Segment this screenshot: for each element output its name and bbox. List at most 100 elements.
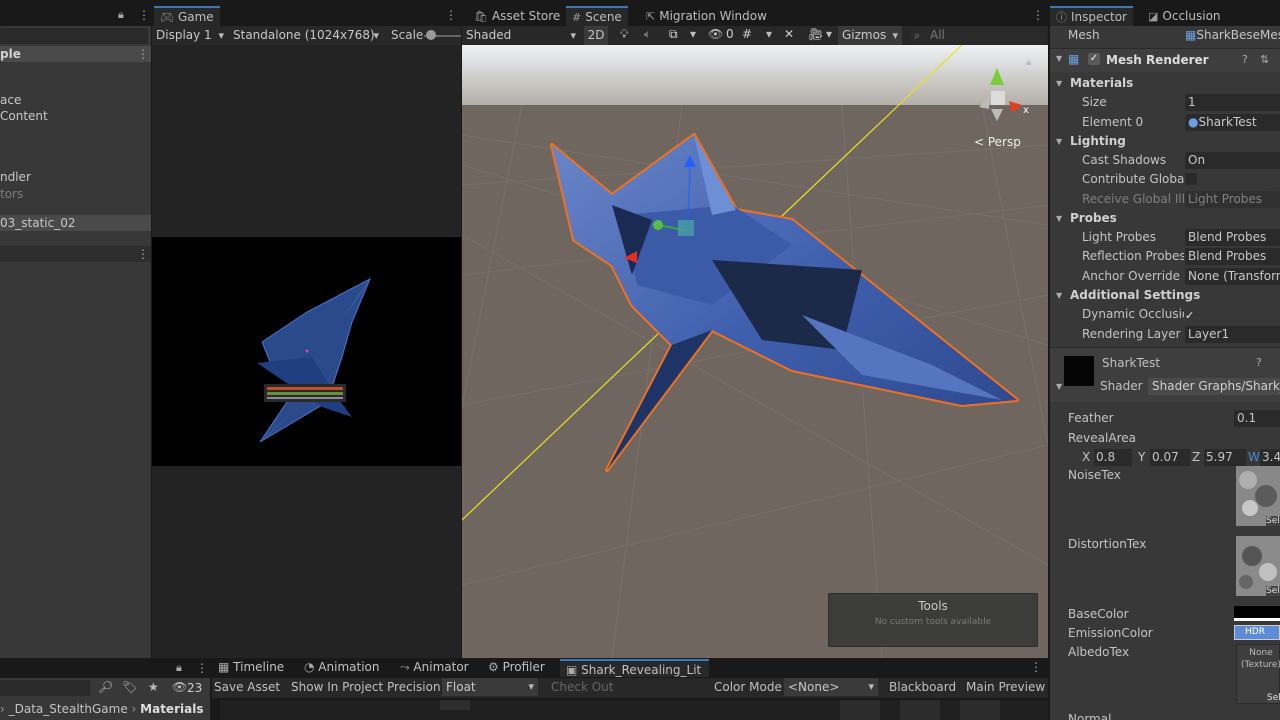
favorite-icon[interactable]: ★ — [148, 680, 159, 694]
tab-inspector[interactable]: ⓘ Inspector — [1050, 6, 1133, 26]
toggle-2d-button[interactable]: 2D — [584, 26, 608, 45]
game-menu-icon[interactable]: ⋮ — [445, 8, 457, 22]
tab-shader-graph[interactable]: ▣ Shark_Revealing_Lit — [560, 659, 710, 677]
audio-icon[interactable]: 🔈︎ — [644, 27, 651, 42]
hierarchy-item-disabled[interactable]: tors — [0, 186, 23, 202]
resolution-dropdown[interactable]: Standalone (1024x768) — [229, 26, 383, 45]
tab-animation[interactable]: ◔ Animation — [304, 658, 379, 676]
feather-field[interactable]: 0.1 — [1234, 410, 1280, 427]
albedo-select-button[interactable]: Sele — [1267, 693, 1280, 703]
materials-header[interactable]: Materials — [1050, 74, 1280, 93]
display-dropdown[interactable]: Display 1 — [152, 26, 228, 45]
noise-tex-slot[interactable]: Sele — [1236, 466, 1280, 526]
distortion-select-button[interactable]: Sele — [1266, 586, 1280, 596]
albedo-tex-slot[interactable]: None (Texture) Sele — [1236, 644, 1280, 704]
camera-dropdown-icon[interactable]: ▾ — [826, 27, 832, 41]
grid-snap-icon[interactable]: # — [742, 27, 752, 41]
tab-asset-store[interactable]: 🛍︎ Asset Store — [468, 6, 566, 26]
orientation-gizmo[interactable] — [967, 63, 1037, 133]
visibility-icon[interactable]: 👁︎ — [708, 27, 723, 41]
hierarchy-menu-icon[interactable]: ⋮ — [138, 8, 150, 22]
reveal-x-field[interactable]: 0.8 — [1094, 449, 1132, 466]
effects-icon[interactable]: ⧉ — [669, 27, 678, 42]
project-search-input[interactable] — [0, 680, 90, 696]
tab-migration-window[interactable]: ⇱ Migration Window — [640, 6, 773, 26]
foldout-icon[interactable]: ▼ — [1056, 54, 1062, 63]
perspective-toggle[interactable]: < Persp — [974, 135, 1021, 149]
tab-occlusion[interactable]: ◪ Occlusion — [1142, 6, 1227, 26]
cast-shadows-dropdown[interactable]: On — [1185, 152, 1280, 169]
graph-node[interactable] — [440, 700, 470, 710]
hierarchy-scene-row[interactable]: ple ⋮ — [0, 46, 151, 62]
hierarchy-item[interactable]: ndler — [0, 169, 31, 185]
shader-graph-canvas[interactable] — [220, 700, 1048, 720]
rendering-layer-dropdown[interactable]: Layer1 — [1185, 326, 1280, 343]
camera-icon[interactable]: 🎥︎ — [808, 27, 823, 41]
size-field[interactable]: 1 — [1185, 94, 1280, 111]
tab-profiler[interactable]: ⚙︎ Profiler — [488, 658, 545, 676]
subheader-menu-icon[interactable]: ⋮ — [137, 247, 149, 261]
blackboard-toggle[interactable]: Blackboard — [889, 678, 956, 696]
dynamic-occlusion-checkbox[interactable]: ✓ — [1185, 306, 1194, 325]
reflection-probes-dropdown[interactable]: Blend Probes — [1185, 248, 1280, 265]
hierarchy-item[interactable]: Content — [0, 108, 48, 124]
lighting-icon[interactable]: 💡︎ — [620, 27, 628, 42]
probes-header[interactable]: Probes — [1050, 209, 1280, 228]
main-preview-toggle[interactable]: Main Preview — [966, 678, 1045, 696]
enabled-checkbox[interactable]: ✓ — [1088, 53, 1100, 65]
filter-type-icon[interactable]: 🔎︎ — [98, 680, 113, 694]
effects-dropdown-icon[interactable]: ▾ — [690, 27, 696, 41]
reveal-z-field[interactable]: 5.97 — [1204, 449, 1246, 466]
breadcrumb-item[interactable]: _Data_StealthGame — [9, 702, 128, 716]
emission-color-swatch[interactable]: HDR — [1234, 625, 1280, 640]
contribute-gi-checkbox[interactable] — [1185, 173, 1197, 185]
hierarchy-item-selected[interactable]: 03_static_02 — [0, 215, 151, 231]
filter-label-icon[interactable]: 🏷︎ — [122, 680, 137, 694]
tab-timeline[interactable]: ▦ Timeline — [218, 658, 284, 676]
save-asset-button[interactable]: Save Asset — [214, 678, 280, 696]
mesh-renderer-header[interactable]: ▼ ▦ ✓ Mesh Renderer ? ⇅ — [1050, 48, 1280, 72]
additional-settings-header[interactable]: Additional Settings — [1050, 286, 1280, 305]
mesh-value[interactable]: ▦SharkBeseMesh — [1185, 26, 1280, 45]
scene-menu-icon[interactable]: ⋮ — [1032, 8, 1044, 22]
noise-select-button[interactable]: Sele — [1266, 516, 1280, 526]
graph-node[interactable] — [960, 700, 1000, 720]
shading-dropdown[interactable]: Shaded — [462, 26, 580, 45]
lock-icon[interactable]: 🔒︎ — [118, 8, 124, 22]
settings-icon[interactable]: ⇅ — [1260, 53, 1269, 66]
reveal-y-field[interactable]: 0.07 — [1150, 449, 1190, 466]
element0-field[interactable]: ●SharkTest — [1185, 114, 1280, 131]
hierarchy-scene-menu-icon[interactable]: ⋮ — [137, 47, 149, 61]
project-menu-icon[interactable]: ⋮ — [196, 661, 208, 675]
hidden-packages-icon[interactable]: 👁︎ — [172, 680, 187, 694]
scene-viewport[interactable]: x < Persp 🔒︎ Tools No custom tools avail… — [462, 45, 1048, 658]
base-color-swatch[interactable] — [1234, 606, 1280, 621]
anchor-override-field[interactable]: None (Transform) — [1185, 268, 1280, 285]
receive-gi-dropdown[interactable]: Light Probes — [1185, 191, 1280, 208]
hierarchy-search[interactable] — [0, 28, 148, 44]
tab-game[interactable]: 🎮︎ Game — [154, 6, 220, 26]
show-in-project-button[interactable]: Show In Project — [291, 678, 383, 696]
lock-view-icon[interactable]: 🔒︎ — [1026, 57, 1031, 68]
tab-animator[interactable]: ⤳ Animator — [400, 658, 469, 676]
help-icon[interactable]: ? — [1242, 53, 1248, 66]
material-foldout-icon[interactable]: ▼ — [1056, 382, 1062, 391]
scene-search-input[interactable]: ⌕ All — [910, 27, 1046, 44]
scale-slider-handle[interactable] — [426, 30, 436, 40]
hierarchy-item[interactable]: ace — [0, 92, 21, 108]
graph-node[interactable] — [900, 700, 940, 720]
distortion-tex-slot[interactable]: Sele — [1236, 536, 1280, 596]
precision-dropdown[interactable]: Float — [442, 678, 538, 696]
material-help-icon[interactable]: ? — [1256, 356, 1262, 369]
gizmos-dropdown[interactable]: Gizmos — [838, 26, 902, 45]
lighting-header[interactable]: Lighting — [1050, 132, 1280, 151]
reveal-w-field[interactable]: 3.4 — [1260, 449, 1280, 466]
project-lock-icon[interactable]: 🔒︎ — [176, 661, 182, 675]
color-mode-dropdown[interactable]: <None> — [784, 678, 878, 696]
check-out-button[interactable]: Check Out — [551, 678, 613, 696]
shader-dropdown[interactable]: Shader Graphs/Shark_Revealing_Lit — [1148, 378, 1280, 395]
breadcrumb-current[interactable]: Materials — [140, 702, 203, 716]
grid-dropdown-icon[interactable]: ▾ — [766, 27, 772, 41]
graph-node[interactable] — [840, 700, 880, 720]
bottom-menu-icon[interactable]: ⋮ — [1030, 660, 1042, 674]
